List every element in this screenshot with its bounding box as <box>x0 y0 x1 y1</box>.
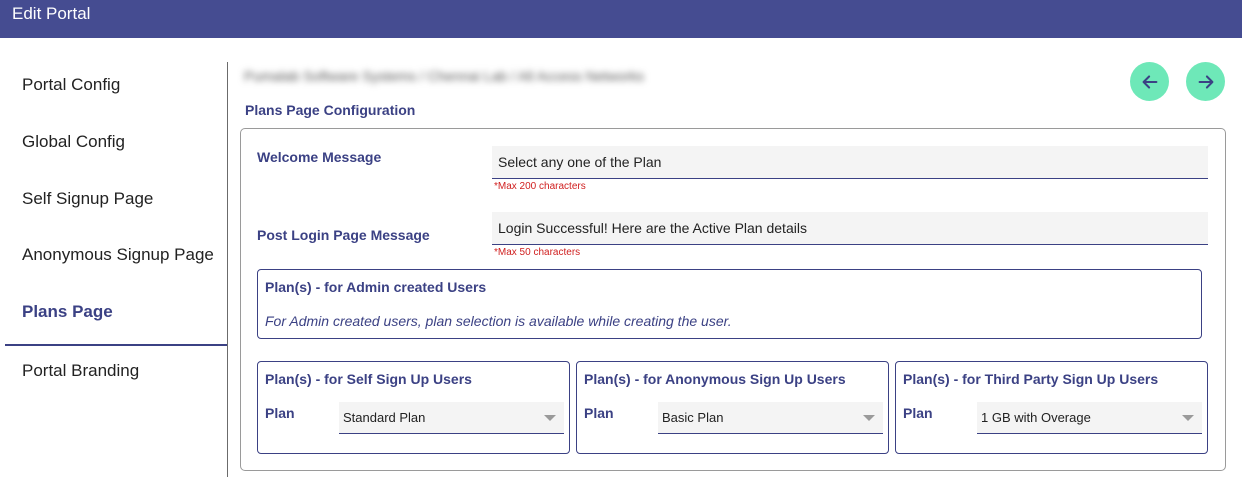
forward-button[interactable] <box>1186 62 1225 101</box>
third-party-signup-plans-panel: Plan(s) - for Third Party Sign Up Users … <box>895 361 1208 454</box>
self-signup-plan-label: Plan <box>265 405 295 421</box>
sidebar-item-portal-config[interactable]: Portal Config <box>5 62 227 119</box>
admin-plans-panel: Plan(s) - for Admin created Users For Ad… <box>257 269 1202 339</box>
caret-down-icon <box>863 415 875 421</box>
arrow-left-icon <box>1142 74 1157 89</box>
post-login-message-input[interactable] <box>492 212 1208 245</box>
third-party-signup-plans-title: Plan(s) - for Third Party Sign Up Users <box>903 371 1159 387</box>
welcome-message-label: Welcome Message <box>257 149 382 165</box>
title-bar: Edit Portal <box>0 0 1242 38</box>
back-button[interactable] <box>1130 62 1169 101</box>
admin-plans-title: Plan(s) - for Admin created Users <box>265 279 487 295</box>
sidebar-item-anonymous-signup-page[interactable]: Anonymous Signup Page <box>5 232 227 289</box>
sidebar-item-portal-branding[interactable]: Portal Branding <box>5 348 227 405</box>
anonymous-signup-plans-panel: Plan(s) - for Anonymous Sign Up Users Pl… <box>576 361 889 454</box>
anonymous-signup-plan-label: Plan <box>584 405 614 421</box>
sidebar-item-global-config[interactable]: Global Config <box>5 119 227 176</box>
breadcrumb: Pumalab Software Systems / Chennai Lab /… <box>244 68 644 84</box>
self-signup-plans-panel: Plan(s) - for Self Sign Up Users Plan St… <box>257 361 570 454</box>
caret-down-icon <box>544 415 556 421</box>
third-party-signup-plan-value: 1 GB with Overage <box>981 410 1091 425</box>
page-title: Plans Page Configuration <box>245 102 416 118</box>
anonymous-signup-plan-value: Basic Plan <box>662 410 724 425</box>
post-login-message-label: Post Login Page Message <box>257 227 430 243</box>
arrow-right-icon <box>1198 74 1213 89</box>
post-login-message-hint: *Max 50 characters <box>494 247 581 258</box>
third-party-signup-plan-select[interactable]: 1 GB with Overage <box>977 402 1202 434</box>
caret-down-icon <box>1182 415 1194 421</box>
third-party-signup-plan-label: Plan <box>903 405 933 421</box>
sidebar-item-plans-page[interactable]: Plans Page <box>5 289 227 346</box>
welcome-message-hint: *Max 200 characters <box>494 181 586 192</box>
self-signup-plans-title: Plan(s) - for Self Sign Up Users <box>265 371 472 387</box>
welcome-message-input[interactable] <box>492 146 1208 179</box>
anonymous-signup-plans-title: Plan(s) - for Anonymous Sign Up Users <box>584 371 846 387</box>
sidebar: Portal Config Global Config Self Signup … <box>0 62 228 477</box>
self-signup-plan-value: Standard Plan <box>343 410 426 425</box>
self-signup-plan-select[interactable]: Standard Plan <box>339 402 564 434</box>
sidebar-item-self-signup-page[interactable]: Self Signup Page <box>5 176 227 233</box>
window-title: Edit Portal <box>12 4 91 23</box>
admin-plans-note: For Admin created users, plan selection … <box>265 313 732 329</box>
anonymous-signup-plan-select[interactable]: Basic Plan <box>658 402 883 434</box>
